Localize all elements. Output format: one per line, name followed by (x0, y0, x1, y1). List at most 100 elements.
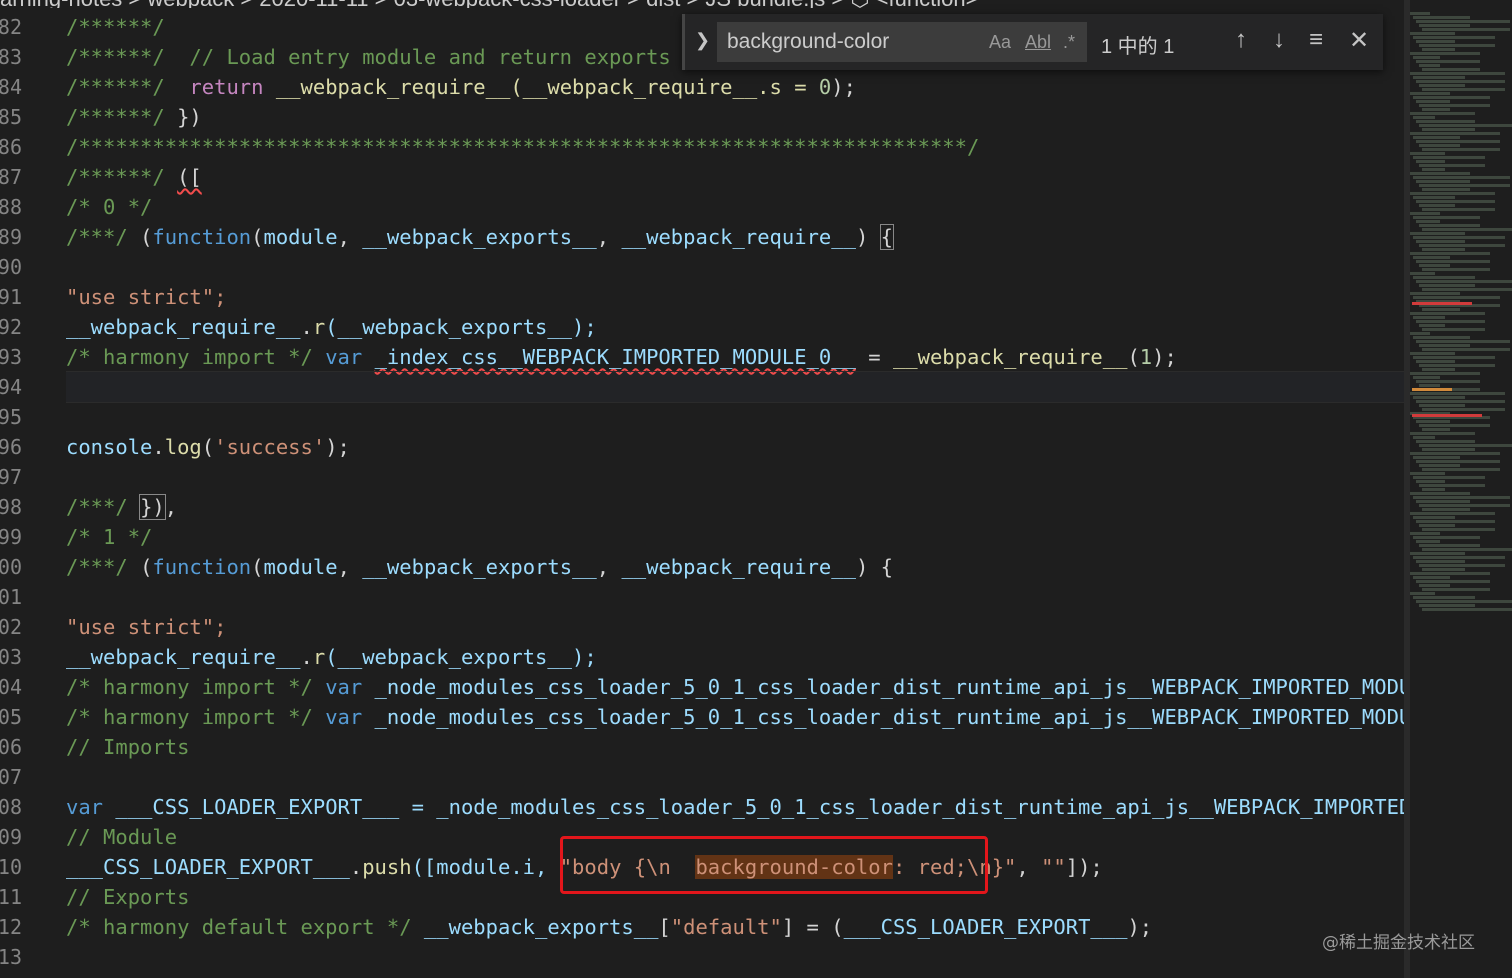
minimap-line (1410, 452, 1500, 455)
arrow-up-icon[interactable]: ↑ (1235, 26, 1247, 54)
find-widget: ❯ background-color Aa Abl .* 1 中的 1 ↑ ↓ … (682, 14, 1383, 70)
line-number: 04 (0, 675, 22, 699)
code-line-88: /* 0 */ (66, 195, 153, 219)
breadcrumb[interactable]: arning-notes > webpack > 2020-11-11 > 03… (0, 0, 1100, 8)
minimap-line (1419, 124, 1512, 127)
code-line-99: /* 1 */ (66, 525, 153, 549)
minimap-line (1410, 12, 1430, 15)
minimap-line (1419, 104, 1490, 107)
minimap-line (1416, 260, 1490, 263)
minimap-line (1419, 224, 1480, 227)
minimap-line (1422, 48, 1455, 51)
minimap-line (1422, 568, 1465, 571)
code-line-92: __webpack_require__.r(__webpack_exports_… (66, 315, 597, 339)
minimap-line (1422, 368, 1455, 371)
minimap-line (1422, 288, 1512, 291)
minimap-line (1416, 40, 1455, 43)
minimap-line (1410, 172, 1470, 175)
minimap-line (1416, 560, 1465, 563)
code-line-102: "use strict"; (66, 615, 227, 639)
minimap-line (1416, 440, 1475, 443)
minimap-line (1410, 492, 1470, 495)
line-number: 08 (0, 795, 22, 819)
watermark: @稀土掘金技术社区 (1322, 933, 1475, 953)
line-number: 12 (0, 915, 22, 939)
minimap-line (1413, 196, 1455, 199)
minimap-line (1413, 236, 1505, 239)
line-number: 99 (0, 525, 22, 549)
arrow-down-icon[interactable]: ↓ (1273, 26, 1285, 54)
minimap-line (1419, 604, 1475, 607)
minimap-line (1422, 208, 1495, 211)
minimap-line (1413, 256, 1450, 259)
minimap-line (1410, 332, 1430, 335)
minimap-line (1410, 532, 1440, 535)
code-line-85: /******/ }) (66, 105, 202, 129)
minimap-line (1422, 548, 1512, 551)
code-line-98: /***/ }), (66, 494, 178, 520)
minimap-line (1413, 536, 1480, 539)
minimap-line (1413, 476, 1485, 479)
minimap-line (1416, 200, 1495, 203)
line-number: 95 (0, 405, 22, 429)
chevron-right-icon[interactable]: ❯ (695, 30, 710, 51)
find-result-count: 1 中的 1 (1101, 36, 1175, 58)
minimap-line (1413, 576, 1450, 579)
whole-word-toggle[interactable]: Abl (1025, 32, 1051, 53)
minimap-line (1410, 252, 1490, 255)
find-input[interactable]: background-color Aa Abl .* (717, 22, 1087, 62)
minimap-line (1410, 432, 1475, 435)
close-icon[interactable]: ✕ (1349, 26, 1369, 55)
minimap-line (1413, 16, 1470, 19)
minimap-line (1410, 72, 1505, 75)
minimap-line (1419, 524, 1455, 527)
match-case-toggle[interactable]: Aa (989, 32, 1011, 53)
minimap[interactable] (1404, 12, 1512, 652)
minimap-line (1419, 284, 1475, 287)
minimap-line (1410, 92, 1450, 95)
minimap-line (1422, 28, 1510, 31)
minimap-line (1419, 324, 1445, 327)
minimap-line (1419, 564, 1505, 567)
minimap-line (1416, 80, 1505, 83)
code-line-96: console.log('success'); (66, 435, 350, 459)
minimap-line (1419, 484, 1485, 487)
minimap-line (1419, 444, 1512, 447)
line-number: 88 (0, 195, 22, 219)
minimap-line (1416, 340, 1510, 343)
selection-icon[interactable]: ≡ (1309, 26, 1323, 54)
minimap-line (1416, 100, 1450, 103)
minimap-line (1413, 376, 1440, 379)
minimap-line (1416, 240, 1465, 243)
minimap-line (1413, 456, 1460, 459)
code-editor[interactable]: /******/ /******/ // Load entry module a… (66, 12, 1406, 972)
line-number: 92 (0, 315, 22, 339)
minimap-line (1410, 272, 1435, 275)
minimap-line (1410, 52, 1480, 55)
line-number: 09 (0, 825, 22, 849)
code-line-104: /* harmony import */ var _node_modules_c… (66, 675, 1406, 699)
regex-toggle[interactable]: .* (1063, 32, 1075, 53)
line-number-gutter: 82 83 84 85 86 87 88 89 90 91 92 93 94 95 96 97 98 99 00 01… (0, 12, 56, 972)
minimap-marker (1412, 388, 1452, 391)
minimap-marker (1412, 302, 1472, 305)
line-number: 07 (0, 765, 22, 789)
minimap-line (1422, 188, 1470, 191)
code-line-103: __webpack_require__.r(__webpack_exports_… (66, 645, 597, 669)
minimap-line (1410, 312, 1485, 315)
minimap-line (1422, 248, 1465, 251)
minimap-line (1410, 572, 1490, 575)
minimap-line (1413, 316, 1445, 319)
line-number: 94 (0, 375, 22, 399)
minimap-line (1416, 520, 1495, 523)
minimap-line (1422, 168, 1445, 171)
minimap-line (1413, 336, 1470, 339)
minimap-line (1413, 436, 1435, 439)
minimap-line (1422, 88, 1505, 91)
minimap-line (1419, 504, 1510, 507)
minimap-line (1413, 396, 1465, 399)
minimap-line (1410, 592, 1435, 595)
